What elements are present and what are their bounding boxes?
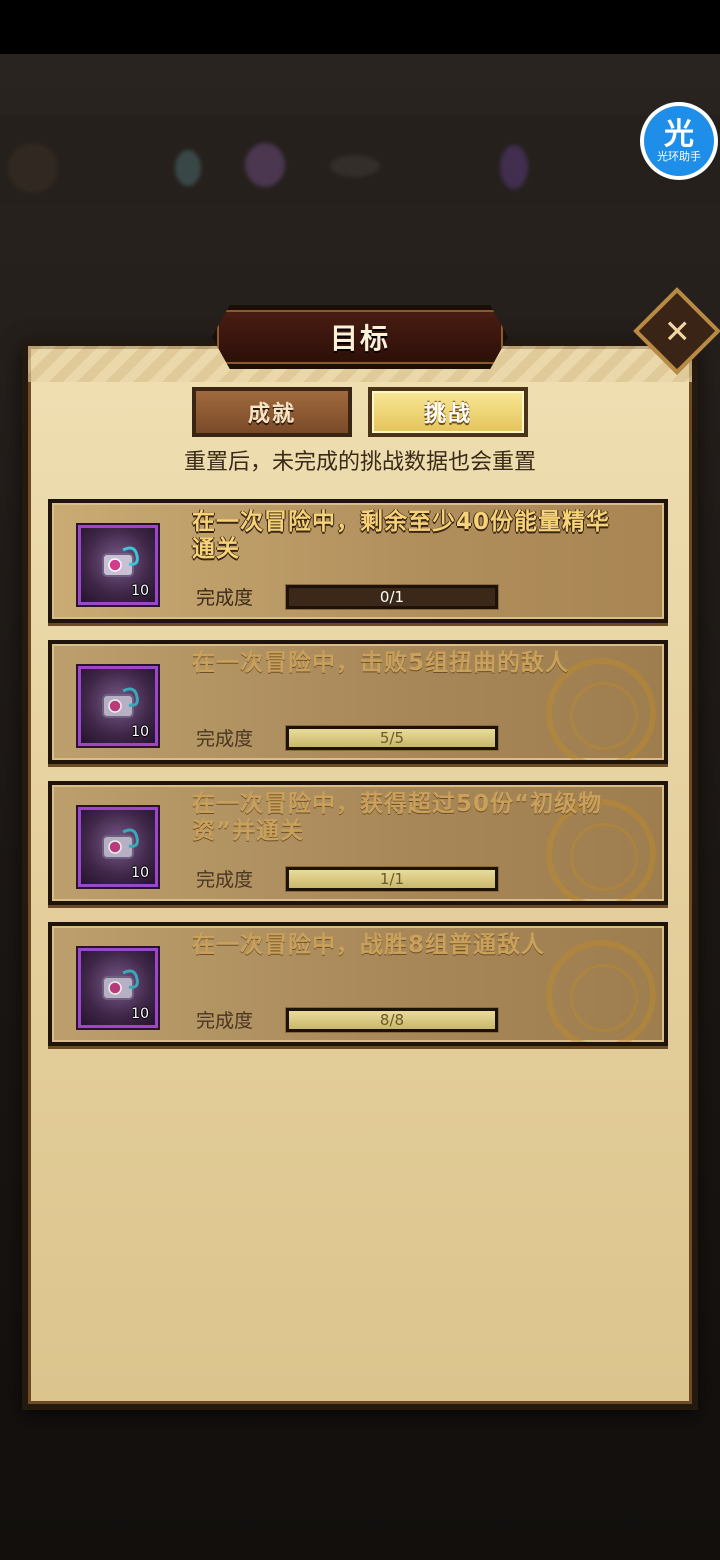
- progress-bar: 1/1: [286, 867, 498, 891]
- tab-achievements[interactable]: 成就: [192, 387, 352, 437]
- dialog-title-plate: 目标: [212, 305, 508, 369]
- challenge-title: 在一次冒险中，击败5组扭曲的敌人: [192, 650, 570, 676]
- challenge-title: 在一次冒险中，战胜8组普通敌人: [192, 932, 546, 958]
- challenge-card: 10 在一次冒险中，剩余至少40份能量精华通关 完成度 0/1: [48, 499, 668, 623]
- reward-count: 10: [131, 865, 149, 881]
- reward-item-slot[interactable]: 10: [78, 666, 158, 746]
- progress-value: 8/8: [379, 1011, 405, 1029]
- close-icon: ✕: [663, 312, 691, 350]
- progress-bar: 8/8: [286, 1008, 498, 1032]
- challenge-title: 在一次冒险中，获得超过50份“初级物资”并通关: [192, 791, 603, 844]
- reward-count: 10: [131, 1006, 149, 1022]
- game-hud-dimmed: [0, 115, 720, 205]
- challenge-title: 在一次冒险中，剩余至少40份能量精华通关: [192, 509, 611, 562]
- progress-bar: 0/1: [286, 585, 498, 609]
- progress-label: 完成度: [196, 869, 254, 891]
- reward-item-slot[interactable]: 10: [78, 525, 158, 605]
- challenge-card: 10 在一次冒险中，战胜8组普通敌人 完成度 8/8: [48, 922, 668, 1046]
- challenge-card: 10 在一次冒险中，获得超过50份“初级物资”并通关 完成度 1/1: [48, 781, 668, 905]
- challenge-card: 10 在一次冒险中，击败5组扭曲的敌人 完成度 5/5: [48, 640, 668, 764]
- reward-item-slot[interactable]: 10: [78, 807, 158, 887]
- assistant-icon: 光: [664, 117, 694, 152]
- assistant-label: 光环助手: [657, 150, 701, 163]
- reward-count: 10: [131, 724, 149, 740]
- progress-value: 1/1: [379, 870, 405, 888]
- reset-notice: 重置后，未完成的挑战数据也会重置: [183, 450, 536, 475]
- progress-label: 完成度: [196, 1010, 254, 1032]
- progress-bar: 5/5: [286, 726, 498, 750]
- status-bar: [0, 0, 720, 54]
- assistant-float-button[interactable]: 光 光环助手: [640, 102, 718, 180]
- progress-label: 完成度: [196, 728, 254, 750]
- dialog-title: 目标: [329, 322, 390, 355]
- progress-label: 完成度: [196, 587, 254, 609]
- progress-value: 0/1: [379, 588, 405, 606]
- reward-count: 10: [131, 583, 149, 599]
- progress-value: 5/5: [379, 729, 405, 747]
- reward-item-slot[interactable]: 10: [78, 948, 158, 1028]
- tab-challenges[interactable]: 挑战: [368, 387, 528, 437]
